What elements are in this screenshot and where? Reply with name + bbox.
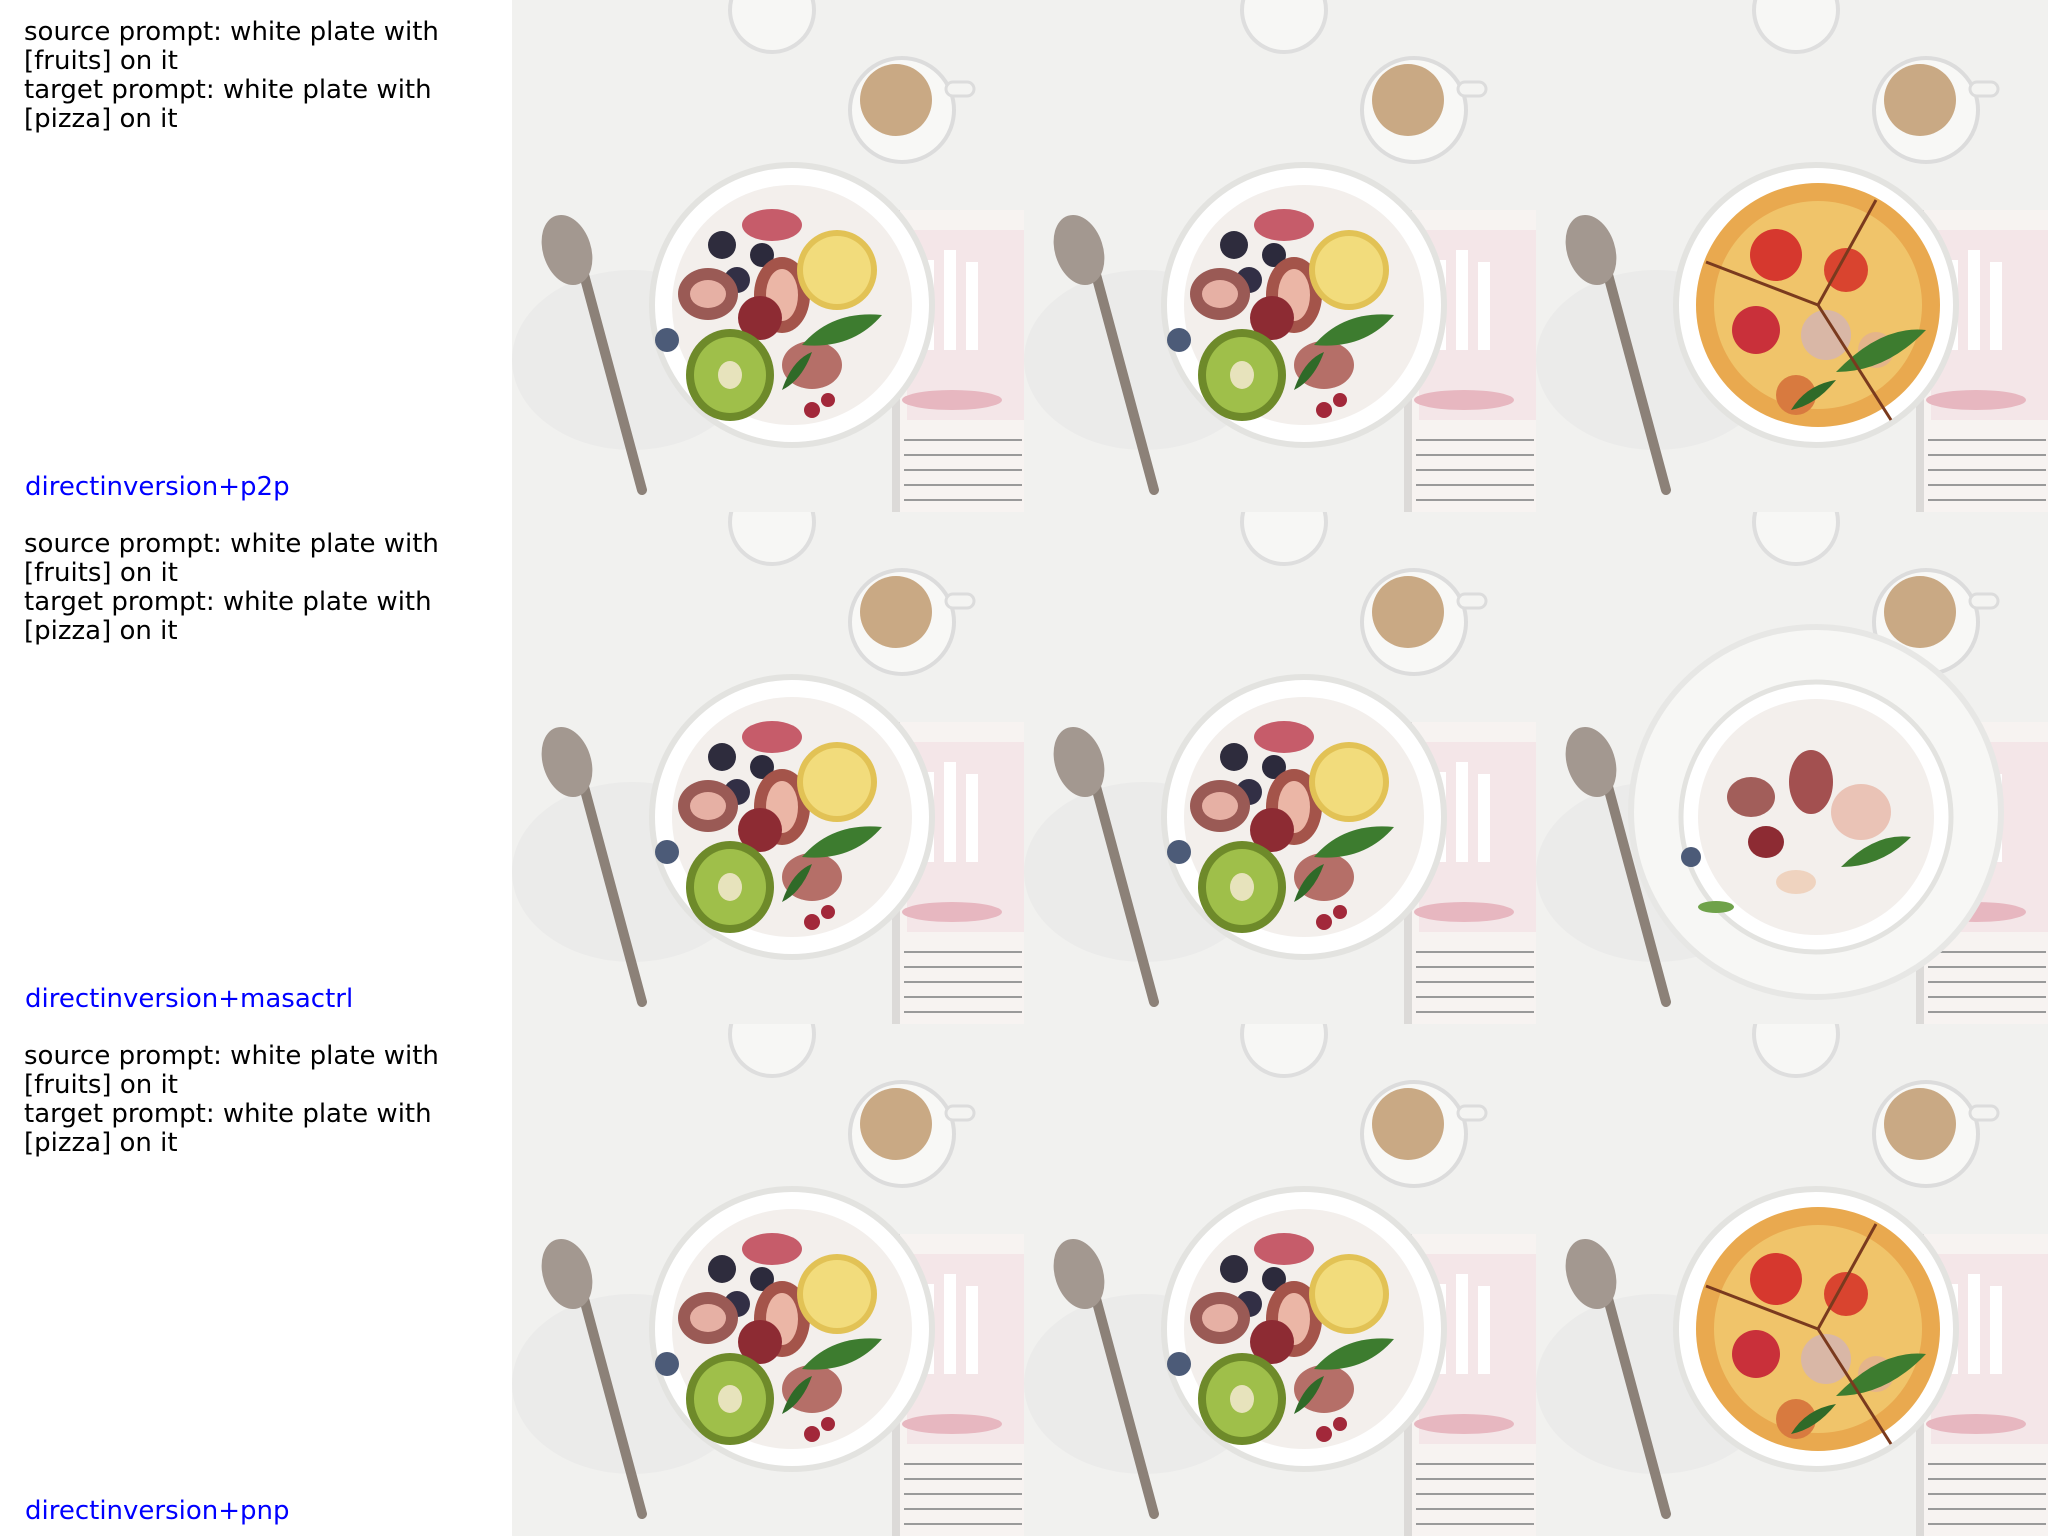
reconstruction-image — [1024, 1024, 1536, 1536]
source-prompt: source prompt: white plate with [fruits]… — [24, 17, 439, 76]
label-panel: source prompt: white plate with [fruits]… — [0, 512, 512, 1024]
source-image — [512, 0, 1024, 512]
source-image — [512, 512, 1024, 1024]
target-prompt: target prompt: white plate with [pizza] … — [24, 1099, 432, 1158]
prompt-block: source prompt: white plate with [fruits]… — [24, 530, 514, 646]
source-prompt: source prompt: white plate with [fruits]… — [24, 529, 439, 588]
result-row: source prompt: white plate with [fruits]… — [0, 512, 2048, 1024]
reconstruction-image — [1024, 512, 1536, 1024]
target-prompt: target prompt: white plate with [pizza] … — [24, 587, 432, 646]
label-panel: source prompt: white plate with [fruits]… — [0, 1024, 512, 1536]
result-row: source prompt: white plate with [fruits]… — [0, 0, 2048, 512]
target-prompt: target prompt: white plate with [pizza] … — [24, 75, 432, 134]
prompt-block: source prompt: white plate with [fruits]… — [24, 18, 514, 134]
source-image — [512, 1024, 1024, 1536]
prompt-block: source prompt: white plate with [fruits]… — [24, 1042, 514, 1158]
method-label: directinversion+p2p — [25, 472, 290, 502]
source-prompt: source prompt: white plate with [fruits]… — [24, 1041, 439, 1100]
edited-image-pizza — [1536, 0, 2048, 512]
edited-image-pizza — [1536, 1024, 2048, 1536]
reconstruction-image — [1024, 0, 1536, 512]
result-row: source prompt: white plate with [fruits]… — [0, 1024, 2048, 1536]
label-panel: source prompt: white plate with [fruits]… — [0, 0, 512, 512]
results-grid: source prompt: white plate with [fruits]… — [0, 0, 2048, 1536]
method-label: directinversion+pnp — [25, 1496, 290, 1526]
edited-image-partial — [1536, 512, 2048, 1024]
method-label: directinversion+masactrl — [25, 984, 354, 1014]
